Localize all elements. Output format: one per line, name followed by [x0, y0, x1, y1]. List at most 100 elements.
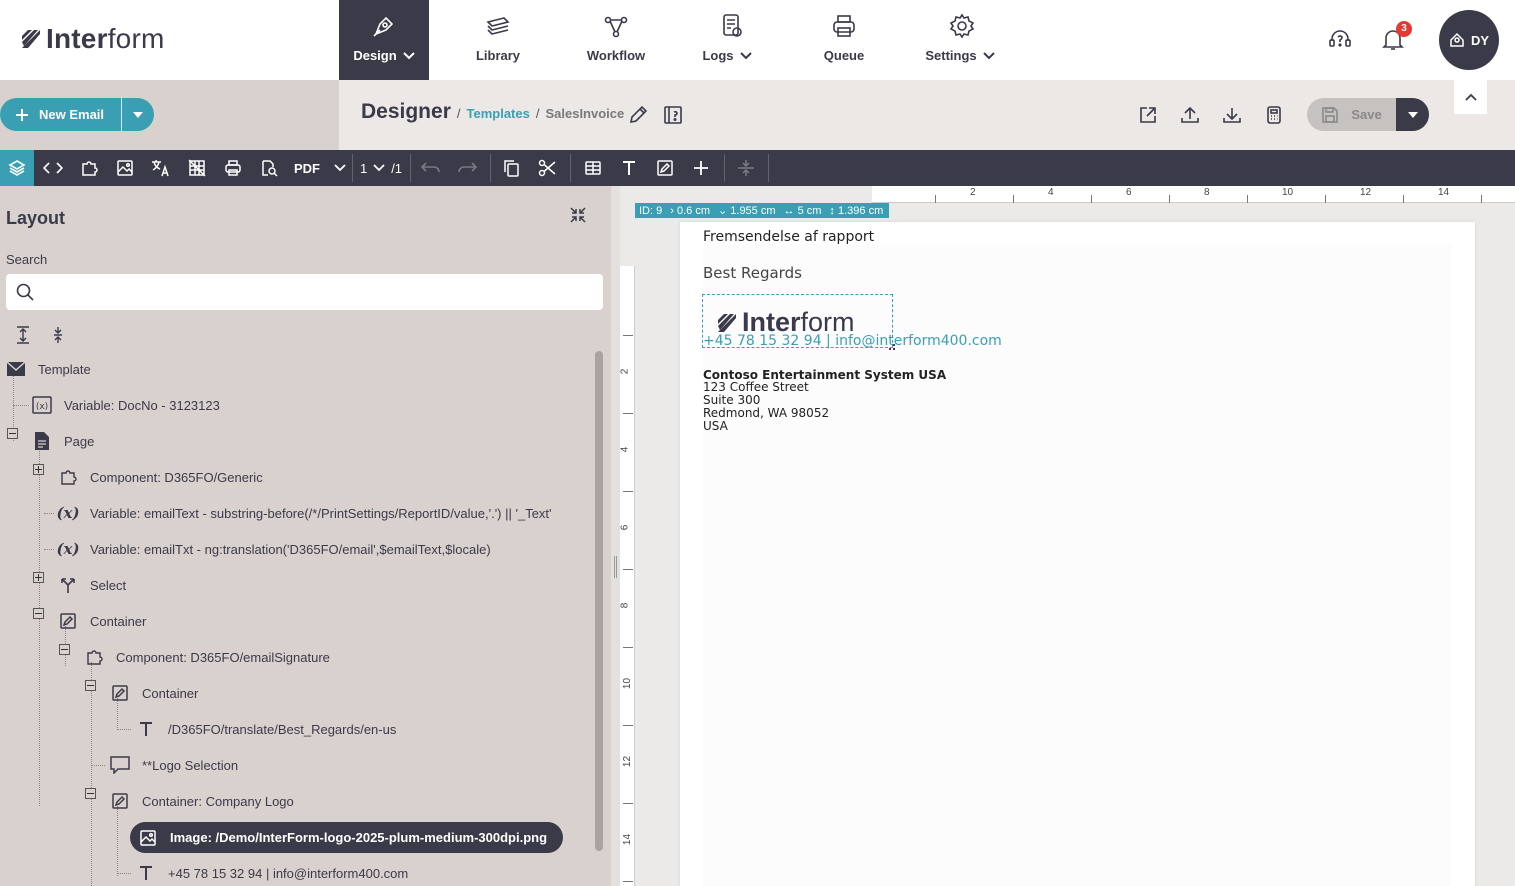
tree-node-component-generic[interactable]: Component: D365FO/Generic	[58, 459, 263, 495]
search-label: Search	[6, 252, 48, 267]
panel-splitter[interactable]	[611, 186, 620, 886]
calculator-icon[interactable]	[1263, 104, 1285, 126]
nav-logs[interactable]: Logs	[698, 0, 756, 80]
tree-node-container[interactable]: Container	[58, 603, 146, 639]
output-format-select[interactable]: PDF	[288, 150, 352, 186]
collapse-header-button[interactable]	[1454, 80, 1487, 114]
tree-toggle-page[interactable]	[7, 428, 18, 439]
components-button[interactable]	[72, 150, 106, 186]
ruler-label: 6	[1126, 187, 1132, 198]
insert-container-button[interactable]	[648, 150, 682, 186]
source-code-button[interactable]	[36, 150, 70, 186]
ruler-label: 2	[620, 368, 631, 375]
ruler-tick	[623, 725, 633, 726]
code-brackets-icon	[43, 162, 63, 174]
nav-queue[interactable]: Queue	[821, 0, 867, 80]
tree-toggle-select[interactable]	[33, 572, 44, 583]
copy-button[interactable]	[494, 150, 528, 186]
open-external-icon[interactable]	[1137, 104, 1159, 126]
chevron-down-icon	[982, 51, 995, 59]
tree-node-best-regards-text[interactable]: /D365FO/translate/Best_Regards/en-us	[136, 711, 396, 747]
ruler-label: 2	[970, 187, 976, 198]
undo-button[interactable]	[414, 150, 448, 186]
tree-node-contact-text[interactable]: +45 78 15 32 94 | info@interform400.com	[136, 855, 408, 886]
cut-button[interactable]	[530, 150, 564, 186]
nav-design[interactable]: Design	[339, 0, 429, 80]
doc-best-regards[interactable]: Best Regards	[703, 264, 802, 282]
tree-node-page[interactable]: Page	[32, 423, 94, 459]
user-avatar[interactable]: DY	[1439, 10, 1499, 70]
new-email-button[interactable]: New Email	[0, 98, 121, 131]
add-element-button[interactable]	[684, 150, 718, 186]
doc-heading[interactable]: Fremsendelse af rapport	[703, 229, 874, 245]
insert-text-button[interactable]	[612, 150, 646, 186]
tree-node-template[interactable]: Template	[6, 351, 91, 387]
doc-address[interactable]: 123 Coffee Street Suite 300 Redmond, WA …	[703, 381, 829, 433]
tree-toggle-email-signature[interactable]	[59, 644, 70, 655]
height-value: ↕ 1.396 cm	[829, 204, 884, 217]
ruler-tick	[623, 491, 633, 492]
grid-off-icon	[188, 159, 206, 177]
template-info-icon[interactable]	[662, 104, 684, 126]
selection-dimension-tag: ID: 9 › 0.6 cm ⌄ 1.955 cm ↔ 5 cm ↕ 1.396…	[635, 203, 890, 218]
interform-logo[interactable]: Interform	[20, 22, 165, 56]
ruler-tick	[1325, 195, 1326, 203]
tree-toggle-container[interactable]	[33, 608, 44, 619]
tree-scrollbar[interactable]	[595, 351, 603, 851]
insert-table-button[interactable]	[576, 150, 610, 186]
tree-node-container-company-logo[interactable]: Container: Company Logo	[110, 783, 294, 819]
tree-node-component-email-signature[interactable]: Component: D365FO/emailSignature	[84, 639, 330, 675]
puzzle-icon	[61, 470, 77, 485]
doc-contact-line[interactable]: +45 78 15 32 94 | info@interform400.com	[703, 333, 1002, 349]
floppy-disk-icon	[1322, 106, 1339, 123]
tree-node-variable-docno[interactable]: (x) Variable: DocNo - 3123123	[32, 387, 220, 423]
element-id: ID: 9	[639, 204, 663, 217]
container-icon	[657, 160, 673, 176]
container-icon	[112, 685, 128, 701]
grid-button[interactable]	[180, 150, 214, 186]
tree-node-inner-container[interactable]: Container	[110, 675, 198, 711]
document-page[interactable]: Fremsendelse af rapport Best Regards Int…	[680, 222, 1475, 886]
tree-node-select[interactable]: Select	[58, 567, 126, 603]
ruler-label: 8	[620, 602, 631, 609]
tree-node-image-logo[interactable]: Image: /Demo/InterForm-logo-2025-plum-me…	[130, 822, 564, 853]
collapse-all-icon[interactable]	[50, 326, 66, 344]
upload-icon[interactable]	[1179, 104, 1201, 126]
nav-library[interactable]: Library	[468, 0, 528, 80]
tree-toggle-company-logo[interactable]	[85, 788, 96, 799]
support-headset-icon[interactable]	[1327, 27, 1353, 53]
search-icon	[16, 283, 34, 301]
ruler-tick	[623, 881, 633, 882]
nav-settings[interactable]: Settings	[922, 0, 998, 80]
tree-node-logo-selection-comment[interactable]: **Logo Selection	[110, 747, 238, 783]
save-split-button: Save	[1307, 98, 1429, 131]
print-button[interactable]	[216, 150, 250, 186]
breadcrumb: Designer / Templates / SalesInvoice	[361, 100, 625, 123]
breadcrumb-templates-link[interactable]: Templates	[467, 106, 530, 121]
download-icon[interactable]	[1221, 104, 1243, 126]
caret-down-icon	[133, 111, 143, 118]
images-button[interactable]	[108, 150, 142, 186]
tree-toggle-generic[interactable]	[33, 464, 44, 475]
collapse-panel-icon[interactable]	[569, 206, 587, 224]
tree-node-variable-emailtxt[interactable]: (x) Variable: emailTxt - ng:translation(…	[56, 531, 490, 567]
new-email-dropdown-button[interactable]	[121, 98, 154, 131]
tree-toggle-inner-container[interactable]	[85, 680, 96, 691]
nav-workflow[interactable]: Workflow	[582, 0, 650, 80]
layers-button[interactable]	[0, 150, 34, 186]
edit-pencil-icon[interactable]	[627, 104, 649, 126]
variable-x-icon: (x)	[56, 540, 80, 558]
save-button[interactable]: Save	[1307, 98, 1396, 131]
preview-button[interactable]	[252, 150, 286, 186]
save-dropdown-button[interactable]	[1396, 98, 1429, 131]
redo-button[interactable]	[450, 150, 484, 186]
compress-vertical-button[interactable]	[729, 150, 763, 186]
notifications[interactable]: 3	[1382, 21, 1412, 53]
splitter-grip[interactable]	[614, 556, 617, 578]
page-selector[interactable]: 1 /1	[356, 150, 406, 186]
top-navigation: Interform Design Library Workflow Logs Q…	[0, 0, 1515, 80]
expand-all-icon[interactable]	[15, 326, 31, 344]
tree-node-variable-emailtext[interactable]: (x) Variable: emailText - substring-befo…	[56, 495, 551, 531]
search-input[interactable]	[46, 274, 596, 310]
translate-button[interactable]	[144, 150, 178, 186]
